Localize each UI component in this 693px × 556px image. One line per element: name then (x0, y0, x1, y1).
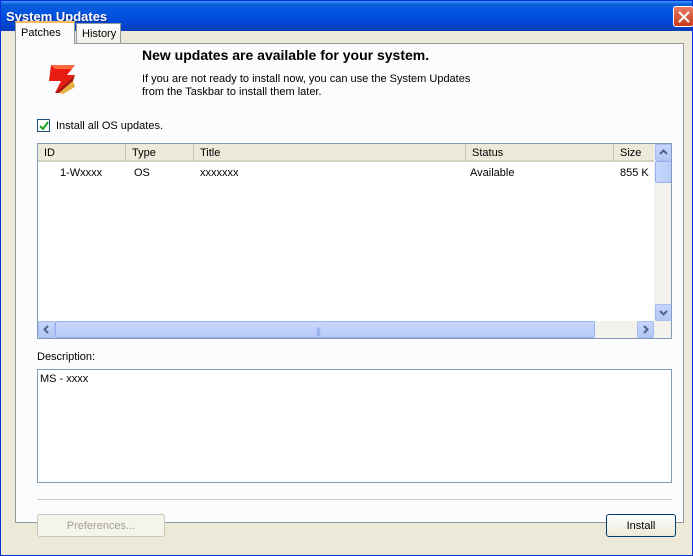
chevron-up-icon (659, 149, 668, 155)
tab-patches-label: Patches (21, 27, 61, 39)
scroll-up-button[interactable] (655, 144, 671, 161)
horizontal-scroll-thumb[interactable]: ||| (55, 321, 595, 338)
chevron-right-icon (643, 325, 649, 334)
row-id: 1-Wxxxx (60, 167, 103, 179)
scroll-left-button[interactable] (38, 321, 55, 338)
vertical-scroll-thumb[interactable] (655, 161, 671, 183)
tab-history[interactable]: History (76, 23, 121, 43)
column-size[interactable]: Size (614, 144, 658, 162)
checkmark-icon (39, 121, 49, 131)
column-size-label: Size (620, 147, 642, 159)
tab-patches[interactable]: Patches (15, 21, 75, 44)
install-button[interactable]: Install (606, 514, 676, 537)
row-title: xxxxxxx (200, 167, 239, 179)
horizontal-scrollbar[interactable]: ||| (38, 321, 671, 338)
close-button[interactable] (673, 6, 693, 27)
row-type: OS (134, 167, 150, 179)
description-label: Description: (37, 351, 96, 363)
scroll-grip-icon: ||| (316, 326, 321, 336)
install-all-label: Install all OS updates. (56, 119, 164, 132)
header-desc-line-1: If you are not ready to install now, you… (142, 73, 471, 85)
column-id[interactable]: ID (38, 144, 126, 162)
separator (37, 499, 672, 500)
table-row[interactable]: 1-Wxxxx OS xxxxxxx Available 855 K (38, 164, 658, 181)
column-id-label: ID (44, 147, 55, 159)
chevron-left-icon (43, 325, 49, 334)
row-status: Available (470, 167, 515, 179)
header-desc-line-2: from the Taskbar to install them later. (142, 86, 322, 98)
system-updates-window: System Updates Patches History New updat… (0, 0, 693, 556)
header-description: If you are not ready to install now, you… (142, 73, 562, 99)
column-title-label: Title (200, 147, 221, 159)
row-size: 855 K (620, 167, 649, 179)
column-type-label: Type (132, 147, 156, 159)
scroll-down-button[interactable] (655, 304, 671, 321)
scroll-right-button[interactable] (637, 321, 654, 338)
updates-list[interactable]: ID Type Title Status Size 1-Wxxxx OS xxx… (37, 143, 672, 339)
updates-icon (49, 65, 75, 94)
vertical-scrollbar[interactable] (654, 144, 671, 321)
column-title[interactable]: Title (194, 144, 466, 162)
install-all-checkbox[interactable] (37, 119, 50, 132)
column-type[interactable]: Type (126, 144, 194, 162)
column-status-label: Status (472, 147, 504, 159)
install-all-row[interactable]: Install all OS updates. (37, 119, 163, 132)
description-field[interactable]: MS - xxxx (37, 369, 672, 483)
close-icon (678, 11, 690, 23)
preferences-button[interactable]: Preferences... (37, 514, 165, 537)
header-title: New updates are available for your syste… (142, 47, 430, 63)
tab-history-label: History (82, 28, 117, 40)
chevron-down-icon (659, 310, 668, 316)
list-header: ID Type Title Status Size (38, 144, 658, 162)
column-status[interactable]: Status (466, 144, 614, 162)
